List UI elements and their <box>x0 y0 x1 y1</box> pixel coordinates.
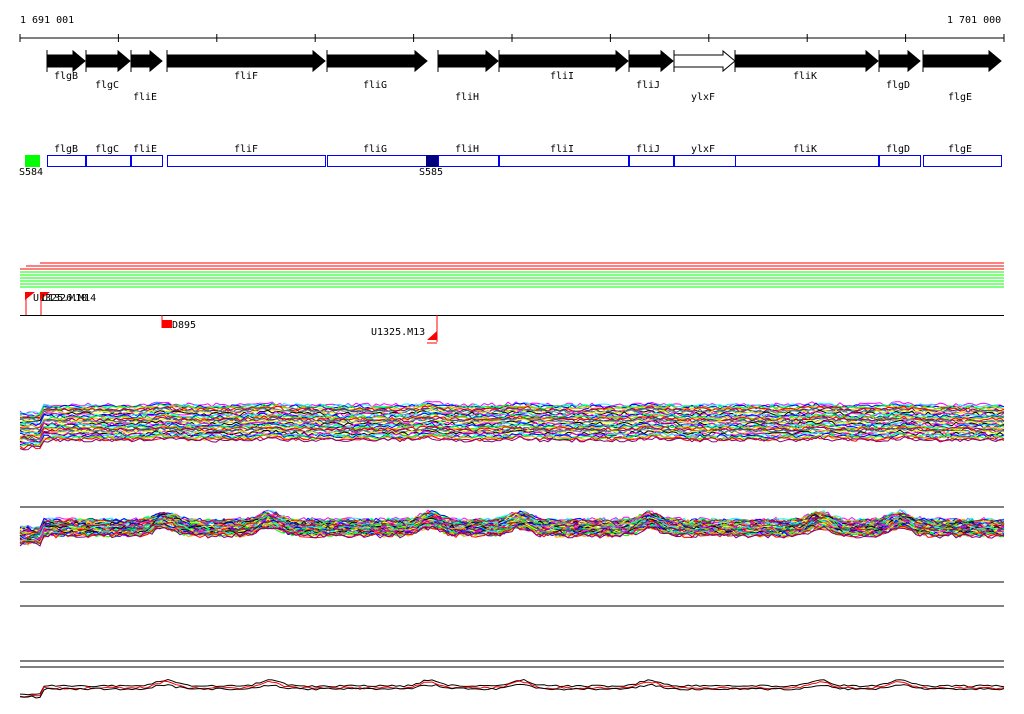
gene-box-label: flgE <box>948 144 972 155</box>
segment-S585[interactable] <box>426 155 438 167</box>
gene-box-label: fliG <box>363 144 387 155</box>
gene-arrow[interactable] <box>922 49 1002 73</box>
gene-box-label: flgB <box>54 144 78 155</box>
gene-box-label: fliE <box>133 144 157 155</box>
marker-track: U1325.M10U1326.M14D895U1325.M13 <box>20 262 1004 344</box>
gene-box-fliH[interactable]: fliH <box>438 144 499 167</box>
gene-label: flgE <box>948 92 972 103</box>
gene-label: flgC <box>95 80 119 91</box>
gene-label: ylxF <box>691 92 715 103</box>
gene-fliF[interactable]: fliF <box>166 49 326 82</box>
gene-box-flgD[interactable]: flgD <box>879 144 921 167</box>
gene-arrow[interactable] <box>85 49 131 73</box>
gene-box-label: flgC <box>95 144 119 155</box>
marker-label: D895 <box>172 320 196 331</box>
marker-label: U1325.M13 <box>371 327 425 338</box>
genome-canvas: 1 691 001 1 701 000 flgB flgC fliE fliF fliG… <box>0 0 1005 699</box>
gene-box[interactable] <box>735 155 879 167</box>
gene-box[interactable] <box>47 155 86 167</box>
gene-label: flgB <box>54 71 78 82</box>
gene-arrow[interactable] <box>878 49 921 73</box>
gene-box-fliG[interactable]: fliG <box>327 144 428 167</box>
gene-box[interactable] <box>438 155 499 167</box>
gene-label: fliJ <box>636 80 660 91</box>
ruler-start-label: 1 691 001 <box>20 15 74 26</box>
gene-arrow-track: flgB flgC fliE fliF fliG fliH fliI fliJ ylxF fliK… <box>46 49 1002 103</box>
gene-fliH[interactable]: fliH <box>437 49 499 103</box>
gene-arrow[interactable] <box>734 49 879 73</box>
gene-box-label: ylxF <box>691 144 715 155</box>
gene-box[interactable] <box>86 155 131 167</box>
gene-label: flgD <box>886 80 910 91</box>
segment-S584[interactable] <box>25 155 40 167</box>
gene-box-label: fliH <box>455 144 479 155</box>
gene-flgD[interactable]: flgD <box>878 49 921 91</box>
gene-box-fliK[interactable]: fliK <box>735 144 879 167</box>
gene-box-fliE[interactable]: fliE <box>131 144 163 167</box>
ruler: 1 691 001 1 701 000 <box>19 15 1005 42</box>
gene-flgC[interactable]: flgC <box>85 49 131 91</box>
gene-box-label: fliF <box>234 144 258 155</box>
gene-flgB[interactable]: flgB <box>46 49 86 82</box>
gene-arrow[interactable] <box>673 49 736 73</box>
profile-line <box>19 683 1005 699</box>
genome-browser: 1 691 001 1 701 000 flgB flgC fliE fliF fliG… <box>0 0 1024 714</box>
gene-fliJ[interactable]: fliJ <box>628 49 674 91</box>
gene-box-track: flgB flgC fliE fliF fliG fliH fliI fliJ ylxF fliK… <box>19 144 1002 178</box>
gene-box[interactable] <box>629 155 674 167</box>
gene-box[interactable] <box>327 155 428 167</box>
gene-box-label: fliK <box>793 144 817 155</box>
gene-box-fliJ[interactable]: fliJ <box>629 144 674 167</box>
profile-plots <box>19 401 1005 699</box>
gene-label: fliK <box>793 71 817 82</box>
gene-box-fliF[interactable]: fliF <box>167 144 326 167</box>
gene-box-label: flgD <box>886 144 910 155</box>
gene-label: fliH <box>455 92 479 103</box>
gene-fliI[interactable]: fliI <box>498 49 629 82</box>
gene-arrow[interactable] <box>46 49 86 73</box>
gene-box[interactable] <box>674 155 736 167</box>
gene-arrow[interactable] <box>130 49 163 73</box>
gene-arrow[interactable] <box>166 49 326 73</box>
gene-fliG[interactable]: fliG <box>326 49 428 91</box>
ruler-end-label: 1 701 000 <box>947 15 1001 26</box>
gene-arrow[interactable] <box>628 49 674 73</box>
gene-box[interactable] <box>499 155 629 167</box>
gene-arrow[interactable] <box>498 49 629 73</box>
gene-label: fliF <box>234 71 258 82</box>
gene-ylxF[interactable]: ylxF <box>673 49 736 103</box>
gene-fliE[interactable]: fliE <box>130 49 163 103</box>
gene-box-ylxF[interactable]: ylxF <box>674 144 736 167</box>
gene-label: fliE <box>133 92 157 103</box>
segment-label: S584 <box>19 167 43 178</box>
gene-fliK[interactable]: fliK <box>734 49 879 82</box>
gene-box-flgC[interactable]: flgC <box>86 144 131 167</box>
marker-D895[interactable]: D895 <box>161 315 196 331</box>
gene-box[interactable] <box>131 155 163 167</box>
gene-box-flgE[interactable]: flgE <box>923 144 1002 167</box>
gene-box[interactable] <box>167 155 326 167</box>
gene-box-flgB[interactable]: flgB <box>47 144 86 167</box>
gene-flgE[interactable]: flgE <box>922 49 1002 103</box>
segment-label: S585 <box>419 167 443 178</box>
gene-arrow[interactable] <box>437 49 499 73</box>
marker-label: U1326.M14 <box>42 293 96 304</box>
gene-box[interactable] <box>923 155 1002 167</box>
gene-label: fliI <box>550 71 574 82</box>
gene-box[interactable] <box>879 155 921 167</box>
gene-box-label: fliJ <box>636 144 660 155</box>
marker-U1325.M13[interactable]: U1325.M13 <box>371 315 438 344</box>
gene-box-fliI[interactable]: fliI <box>499 144 629 167</box>
gene-label: fliG <box>363 80 387 91</box>
gene-box-label: fliI <box>550 144 574 155</box>
gene-arrow[interactable] <box>326 49 428 73</box>
marker-U1326.M14[interactable]: U1326.M14 <box>40 292 96 315</box>
